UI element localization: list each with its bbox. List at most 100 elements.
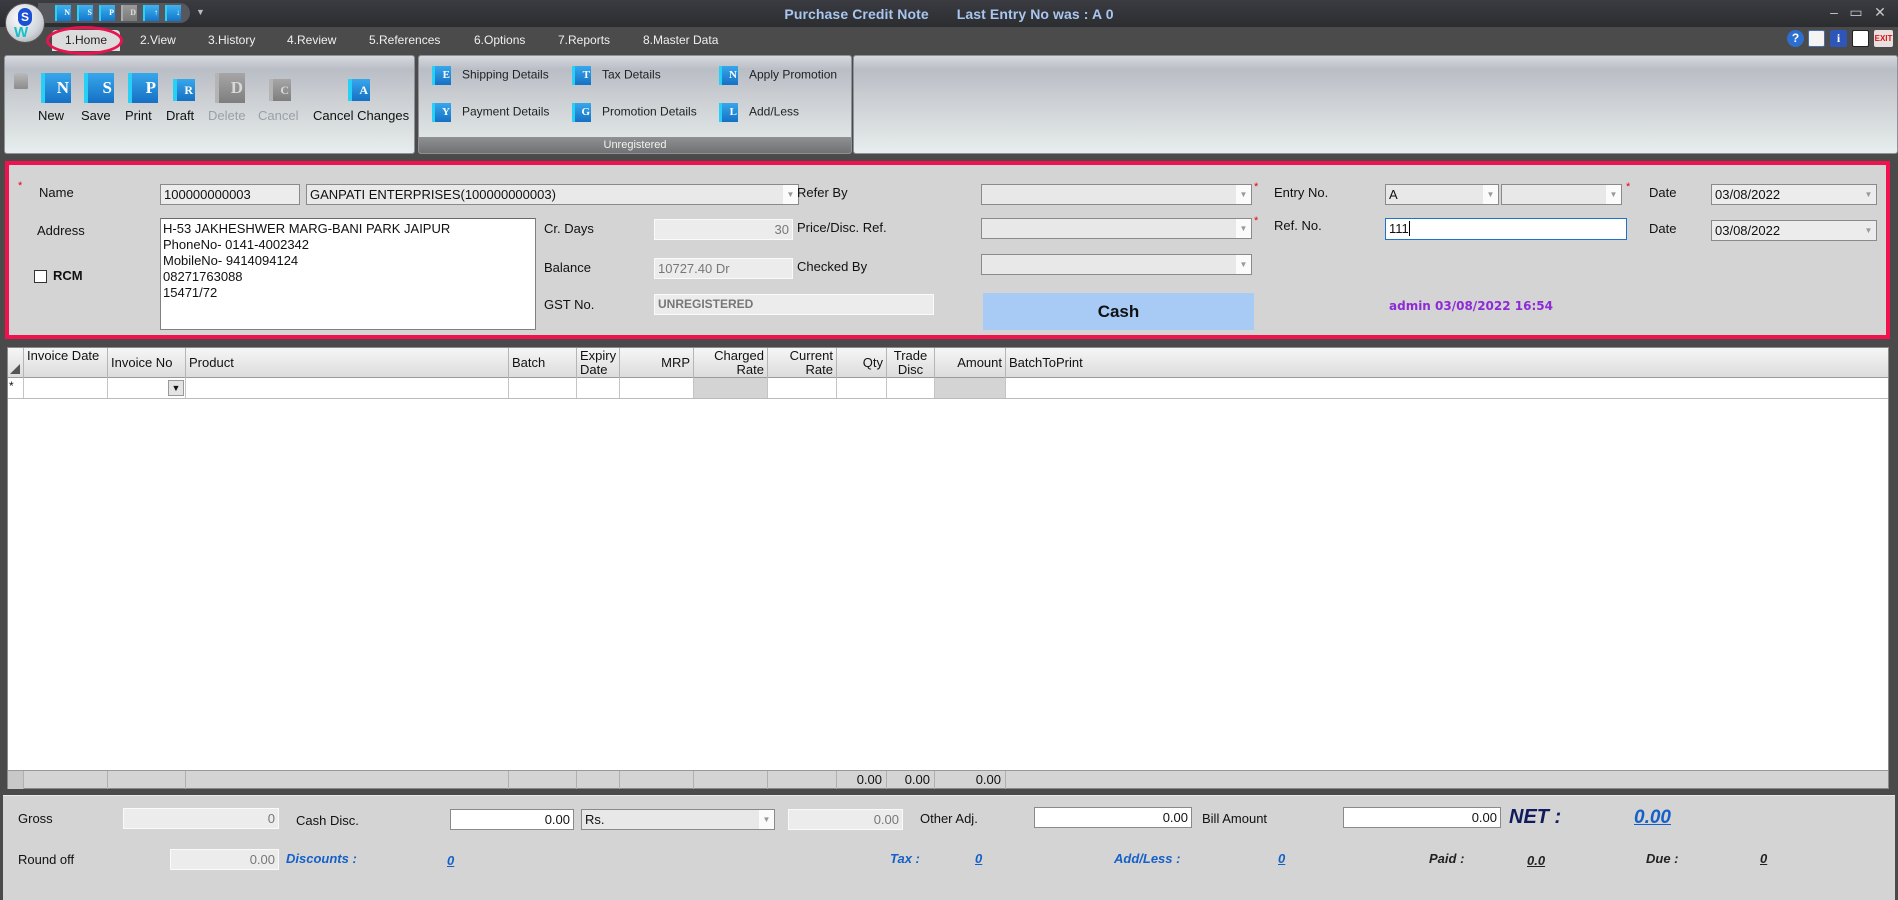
delete-button[interactable]: D Delete: [208, 73, 252, 123]
party-name-combo[interactable]: GANPATI ENTERPRISES(100000000003) ▼: [306, 184, 799, 205]
chevron-down-icon[interactable]: ▼: [1606, 185, 1621, 204]
qa-new-icon[interactable]: N: [55, 5, 71, 21]
col-expiry-date[interactable]: Expiry Date: [577, 348, 620, 378]
print-button[interactable]: P Print: [125, 73, 161, 123]
row-header-cell[interactable]: [8, 378, 24, 398]
tab-references[interactable]: 5.References: [369, 33, 440, 47]
cell-expiry-date[interactable]: [577, 378, 620, 398]
chevron-down-icon[interactable]: ▼: [1483, 185, 1498, 204]
address-textarea[interactable]: H-53 JAKHESHWER MARG-BANI PARK JAIPUR Ph…: [160, 218, 536, 330]
app-menu-button[interactable]: S W: [5, 3, 45, 43]
qa-print-icon[interactable]: P: [99, 5, 115, 21]
ribbon-group-details: E Shipping Details T Tax Details N Apply Pr…: [418, 55, 852, 154]
qa-move-down-icon[interactable]: ↓: [165, 5, 181, 21]
select-all-corner[interactable]: [8, 348, 24, 378]
tab-master-data[interactable]: 8.Master Data: [643, 33, 718, 47]
discounts-link[interactable]: 0: [447, 853, 454, 868]
apply-promotion-icon: N: [719, 66, 738, 85]
monitor-icon[interactable]: [1808, 30, 1825, 47]
cell-mrp[interactable]: [620, 378, 694, 398]
promotion-details-button[interactable]: G Promotion Details: [572, 103, 697, 122]
info-icon[interactable]: i: [1830, 30, 1847, 47]
net-amount-link[interactable]: 0.00: [1634, 807, 1671, 829]
cell-product[interactable]: [186, 378, 509, 398]
new-button[interactable]: N New: [38, 73, 74, 123]
tab-review[interactable]: 4.Review: [287, 33, 336, 47]
qa-move-up-icon[interactable]: ↑: [143, 5, 159, 21]
col-trade-disc[interactable]: Trade Disc: [887, 348, 935, 378]
chevron-down-icon[interactable]: ▼: [1236, 185, 1251, 204]
promotion-details-icon: G: [572, 103, 591, 122]
col-invoice-no[interactable]: Invoice No: [108, 348, 186, 378]
help-icon[interactable]: ?: [1787, 30, 1804, 47]
cell-batch-to-print[interactable]: [1006, 378, 1888, 398]
party-code-field[interactable]: 100000000003: [160, 184, 300, 205]
tax-details-button[interactable]: T Tax Details: [572, 66, 661, 85]
tab-view[interactable]: 2.View: [140, 33, 176, 47]
entry-no-combo[interactable]: ▼: [1501, 184, 1622, 205]
maximize-button[interactable]: ▭: [1846, 4, 1866, 21]
col-mrp[interactable]: MRP: [620, 348, 694, 378]
ref-date-picker[interactable]: 03/08/2022 ▼: [1711, 220, 1877, 241]
rcm-checkbox[interactable]: [34, 270, 47, 283]
col-amount[interactable]: Amount: [935, 348, 1006, 378]
chevron-down-icon[interactable]: ▼: [759, 810, 774, 829]
price-ref-combo[interactable]: ▼: [981, 218, 1252, 239]
col-product[interactable]: Product: [186, 348, 509, 378]
payment-mode-button[interactable]: Cash: [983, 293, 1254, 330]
col-invoice-date[interactable]: Invoice Date: [24, 348, 108, 378]
lock-icon[interactable]: [14, 73, 28, 89]
due-link[interactable]: 0: [1760, 851, 1767, 866]
tab-history[interactable]: 3.History: [208, 33, 255, 47]
col-batch-to-print[interactable]: BatchToPrint: [1006, 348, 1888, 378]
cancel-button[interactable]: C Cancel: [258, 73, 302, 123]
cell-current-rate[interactable]: [768, 378, 837, 398]
document-icon[interactable]: [1852, 30, 1869, 47]
add-less-link[interactable]: 0: [1278, 851, 1285, 866]
chevron-down-icon[interactable]: ▼: [1236, 255, 1251, 274]
chevron-down-icon[interactable]: ▼: [1861, 221, 1876, 240]
payment-details-button[interactable]: Y Payment Details: [432, 103, 549, 122]
minimize-button[interactable]: –: [1824, 4, 1844, 20]
cash-disc-amount-field: 0.00: [788, 809, 903, 830]
customize-toolbar-icon[interactable]: ▼: [196, 7, 205, 17]
other-adj-input[interactable]: 0.00: [1034, 807, 1192, 828]
shipping-details-button[interactable]: E Shipping Details: [432, 66, 549, 85]
entry-series-combo[interactable]: A ▼: [1385, 184, 1499, 205]
close-button[interactable]: ✕: [1870, 4, 1890, 21]
invoice-no-dropdown-icon[interactable]: ▼: [168, 380, 184, 396]
tab-options[interactable]: 6.Options: [474, 33, 525, 47]
cell-batch[interactable]: [509, 378, 577, 398]
col-charged-rate[interactable]: Charged Rate: [694, 348, 768, 378]
save-button[interactable]: S Save: [81, 73, 117, 123]
ref-no-input[interactable]: 111: [1385, 218, 1627, 240]
qa-delete-icon[interactable]: D: [121, 5, 137, 21]
draft-button[interactable]: R Draft: [166, 73, 202, 123]
cash-disc-input[interactable]: 0.00: [450, 809, 574, 830]
add-less-button[interactable]: L Add/Less: [719, 103, 799, 122]
paid-link[interactable]: 0.0: [1527, 853, 1545, 868]
checked-by-combo[interactable]: ▼: [981, 254, 1252, 275]
chevron-down-icon[interactable]: ▼: [783, 185, 798, 204]
tab-reports[interactable]: 7.Reports: [558, 33, 610, 47]
tax-link[interactable]: 0: [975, 851, 982, 866]
bill-amount-input[interactable]: 0.00: [1343, 807, 1501, 828]
cancel-changes-button[interactable]: A Cancel Changes: [313, 73, 409, 123]
items-grid[interactable]: Invoice Date Invoice No Product Batch Ex…: [7, 347, 1889, 789]
cell-trade-disc[interactable]: [887, 378, 935, 398]
qa-save-icon[interactable]: S: [77, 5, 93, 21]
grid-new-row[interactable]: * ▼: [8, 378, 1888, 399]
chevron-down-icon[interactable]: ▼: [1236, 219, 1251, 238]
entry-date-picker[interactable]: 03/08/2022 ▼: [1711, 184, 1877, 205]
col-current-rate[interactable]: Current Rate: [768, 348, 837, 378]
col-qty[interactable]: Qty: [837, 348, 887, 378]
exit-icon[interactable]: EXIT: [1874, 30, 1893, 47]
col-batch[interactable]: Batch: [509, 348, 577, 378]
refer-by-combo[interactable]: ▼: [981, 184, 1252, 205]
corner-triangle-icon: [10, 364, 20, 374]
cash-disc-type-combo[interactable]: Rs. ▼: [581, 809, 775, 830]
cell-invoice-date[interactable]: [24, 378, 108, 398]
chevron-down-icon[interactable]: ▼: [1861, 185, 1876, 204]
apply-promotion-button[interactable]: N Apply Promotion: [719, 66, 837, 85]
cell-qty[interactable]: [837, 378, 887, 398]
